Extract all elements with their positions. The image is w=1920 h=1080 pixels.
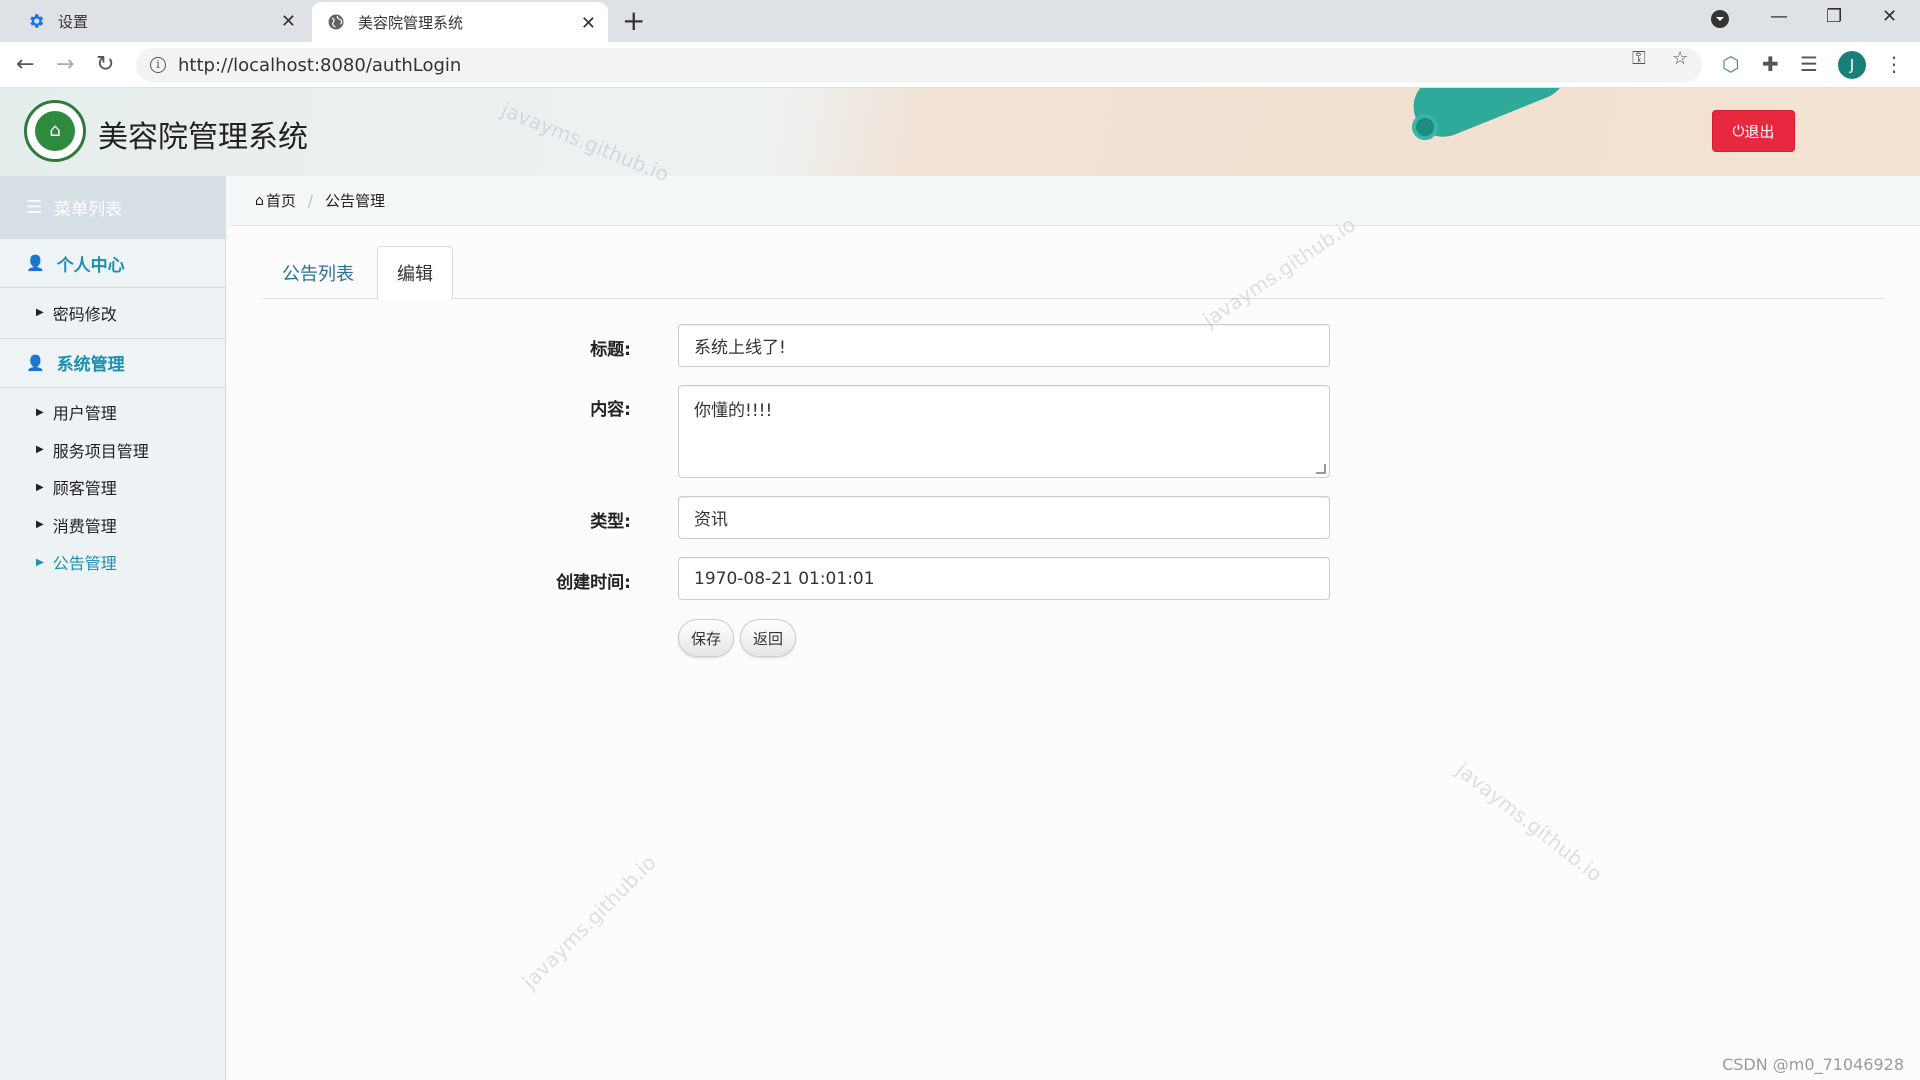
extension-icon[interactable]: ⬡ xyxy=(1722,52,1739,76)
sidebar-item-label: 用户管理 xyxy=(52,404,117,424)
tab-title: 美容院管理系统 xyxy=(358,13,464,32)
created-time-label: 创建时间: xyxy=(556,573,631,593)
caret-right-icon: ▶ xyxy=(36,556,44,568)
media-queue-icon[interactable]: ☰ xyxy=(1800,52,1818,76)
sidebar-item-services[interactable]: ▶ 服务项目管理 xyxy=(0,431,225,469)
breadcrumb: ⌂ 首页 / 公告管理 xyxy=(227,176,1920,226)
sidebar-item-label: 公告管理 xyxy=(52,554,117,574)
gear-icon xyxy=(26,11,46,31)
caret-right-icon: ▶ xyxy=(36,444,44,456)
key-icon[interactable]: ⚿ xyxy=(1632,48,1646,69)
profile-dropdown-icon[interactable] xyxy=(1710,9,1730,34)
star-icon[interactable]: ☆ xyxy=(1672,48,1688,69)
sidebar-heading-label: 菜单列表 xyxy=(54,199,123,220)
browser-tab-bar: 设置 ✕ 美容院管理系统 ✕ + — ❐ ✕ xyxy=(0,0,1920,42)
resize-handle[interactable] xyxy=(1316,464,1326,474)
address-bar: ← → ↻ i http://localhost:8080/authLogin … xyxy=(0,42,1920,88)
home-icon: ⌂ xyxy=(255,192,264,209)
created-time-input[interactable]: 1970-08-21 01:01:01 xyxy=(678,557,1330,600)
logout-label: 退出 xyxy=(1744,122,1775,141)
sidebar: ☰ 菜单列表 👤 个人中心 ▶ 密码修改 👤 系统管理 ▶ 用户管理 ▶ 服务项… xyxy=(0,176,226,1080)
avatar[interactable]: J xyxy=(1838,51,1866,79)
sidebar-item-users[interactable]: ▶ 用户管理 xyxy=(0,394,225,432)
sidebar-heading: ☰ 菜单列表 xyxy=(0,176,225,238)
content-textarea[interactable]: 你懂的!!!! xyxy=(678,385,1330,478)
user-icon: 👤 xyxy=(26,254,45,272)
sidebar-item-consumption[interactable]: ▶ 消费管理 xyxy=(0,506,225,544)
logo: ⌂ xyxy=(24,100,86,162)
globe-icon xyxy=(326,12,346,32)
new-tab-icon[interactable]: + xyxy=(622,6,645,36)
breadcrumb-home[interactable]: 首页 xyxy=(266,190,296,211)
close-icon[interactable]: ✕ xyxy=(281,11,296,32)
tab-edit[interactable]: 编辑 xyxy=(377,246,453,300)
sidebar-group-label: 个人中心 xyxy=(56,255,125,276)
url-text: http://localhost:8080/authLogin xyxy=(178,54,462,76)
user-icon: 👤 xyxy=(26,353,45,372)
sidebar-item-label: 顾客管理 xyxy=(52,479,117,499)
tab-title: 设置 xyxy=(58,12,89,31)
browser-tab-active[interactable]: 美容院管理系统 ✕ xyxy=(312,2,608,42)
sidebar-list-personal: ▶ 密码修改 xyxy=(0,288,225,338)
caret-right-icon: ▶ xyxy=(36,406,44,418)
save-button[interactable]: 保存 xyxy=(678,619,734,657)
sidebar-item-customers[interactable]: ▶ 顾客管理 xyxy=(0,469,225,507)
tab-notice-list[interactable]: 公告列表 xyxy=(263,246,373,299)
decor-clip-dot xyxy=(1412,114,1438,140)
title-label: 标题: xyxy=(590,340,631,360)
close-icon[interactable]: ✕ xyxy=(581,13,596,34)
reload-icon[interactable]: ↻ xyxy=(96,52,114,77)
content-tabs: 公告列表 编辑 xyxy=(263,246,1883,300)
caret-right-icon: ▶ xyxy=(36,519,44,531)
sidebar-group-system[interactable]: 👤 系统管理 xyxy=(0,337,225,388)
content-text: 你懂的!!!! xyxy=(694,401,773,421)
footer-credit: CSDN @m0_71046928 xyxy=(1722,1055,1904,1074)
puzzle-icon[interactable]: ✚ xyxy=(1762,52,1779,76)
sidebar-item-label: 消费管理 xyxy=(52,516,117,536)
power-icon: ⏻ xyxy=(1732,122,1745,140)
forward-icon[interactable]: → xyxy=(56,52,74,77)
browser-tab-settings[interactable]: 设置 ✕ xyxy=(8,0,308,42)
type-input[interactable]: 资讯 xyxy=(678,496,1330,539)
sidebar-group-label: 系统管理 xyxy=(56,355,125,375)
app-title: 美容院管理系统 xyxy=(98,120,308,155)
title-input[interactable]: 系统上线了! xyxy=(678,324,1330,367)
caret-right-icon: ▶ xyxy=(36,481,44,493)
sidebar-item-notices[interactable]: ▶ 公告管理 xyxy=(0,544,225,582)
sidebar-item-label: 密码修改 xyxy=(52,304,117,324)
menu-dots-icon[interactable]: ⋮ xyxy=(1884,52,1904,76)
minimize-icon[interactable]: — xyxy=(1770,6,1788,27)
restore-icon[interactable]: ❐ xyxy=(1826,6,1842,27)
window-close-icon[interactable]: ✕ xyxy=(1882,6,1897,27)
url-input[interactable]: i http://localhost:8080/authLogin xyxy=(136,48,1702,82)
breadcrumb-current: 公告管理 xyxy=(324,192,385,210)
site-info-icon[interactable]: i xyxy=(150,57,166,73)
logo-house-icon: ⌂ xyxy=(35,111,75,151)
content-label: 内容: xyxy=(590,400,631,420)
back-icon[interactable]: ← xyxy=(16,52,34,77)
sidebar-item-label: 服务项目管理 xyxy=(52,441,149,461)
sidebar-list-system: ▶ 用户管理 ▶ 服务项目管理 ▶ 顾客管理 ▶ 消费管理 ▶ 公告管理 xyxy=(0,388,225,588)
caret-right-icon: ▶ xyxy=(36,307,44,319)
type-label: 类型: xyxy=(590,512,631,532)
list-icon: ☰ xyxy=(26,196,43,218)
breadcrumb-separator: / xyxy=(307,191,313,210)
logout-button[interactable]: ⏻ 退出 xyxy=(1712,110,1795,152)
main-content: 公告列表 编辑 标题: 系统上线了! 内容: 你懂的!!!! 类型: 资讯 创建… xyxy=(227,226,1920,1080)
sidebar-group-personal[interactable]: 👤 个人中心 xyxy=(0,238,225,288)
back-button[interactable]: 返回 xyxy=(740,619,796,657)
sidebar-item-password[interactable]: ▶ 密码修改 xyxy=(0,294,225,332)
app-header: ⌂ 美容院管理系统 ⏻ 退出 xyxy=(0,88,1920,176)
